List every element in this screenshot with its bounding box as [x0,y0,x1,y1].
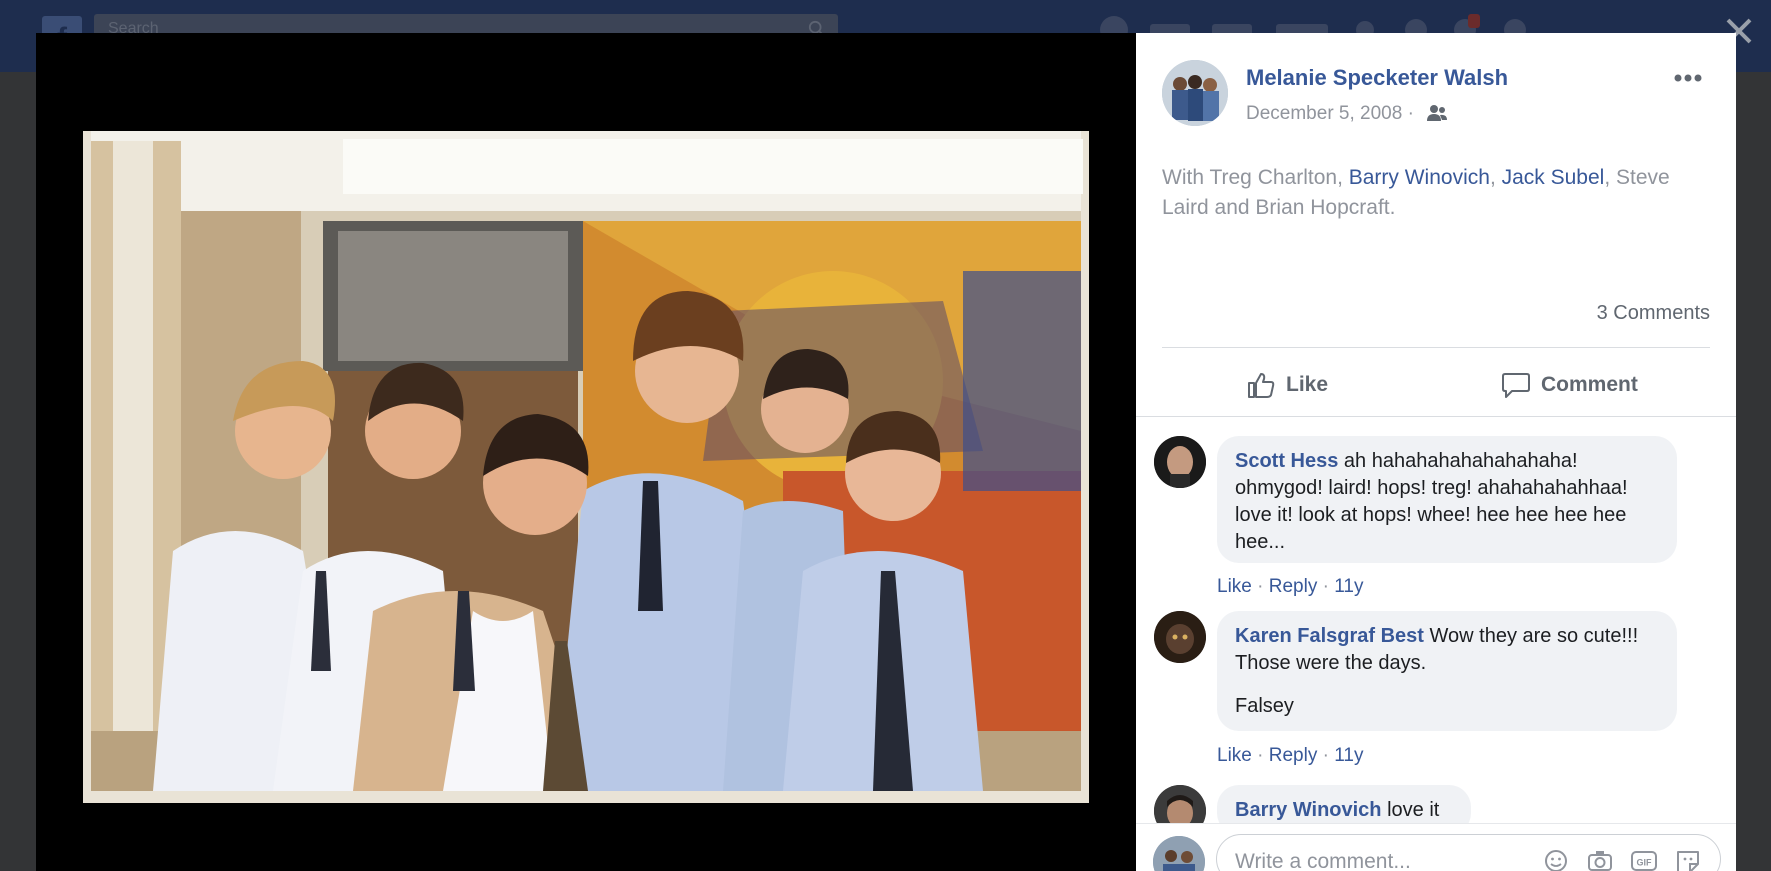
group-photo-image [83,131,1089,803]
avatar [1153,836,1205,871]
comment-actions: Like · Reply · 11y [1217,576,1363,598]
comment-like-link[interactable]: Like [1217,745,1252,766]
separator: · [1257,576,1264,597]
comment-bubble: Scott Hess ah hahahahahahahahaha! ohmygo… [1217,436,1677,563]
comment-actions: Like · Reply · 11y [1217,745,1363,767]
comment-reply-link[interactable]: Reply [1269,745,1318,766]
comment-composer: Write a comment... GIF [1136,823,1736,871]
comment-text-line: Falsey [1235,695,1294,717]
more-options-icon[interactable] [1670,63,1706,93]
separator: · [1322,745,1329,766]
post-date-text[interactable]: December 5, 2008 [1246,103,1402,124]
divider [1136,416,1736,417]
post-side-panel: Melanie Specketer Walsh December 5, 2008… [1136,33,1736,871]
composer-icons: GIF [1542,848,1702,871]
tagged-comma: , [1489,166,1502,189]
separator: · [1322,576,1329,597]
commenter-name[interactable]: Scott Hess [1235,450,1338,472]
tag-link-jack[interactable]: Jack Subel [1502,166,1605,189]
separator: · [1257,745,1264,766]
speech-bubble-icon [1502,373,1530,398]
gif-icon-label: GIF [1637,858,1653,868]
comment-button[interactable]: Comment [1501,363,1638,407]
tagged-prefix: With Treg Charlton, [1162,166,1349,189]
comment-reply-link[interactable]: Reply [1269,576,1318,597]
post-timestamp[interactable]: December 5, 2008 · [1246,103,1414,125]
thumbs-up-icon [1248,373,1275,398]
friends-icon[interactable] [1426,103,1448,123]
comment-age[interactable]: 11y [1334,576,1363,597]
commenter-name[interactable]: Karen Falsgraf Best [1235,625,1424,647]
gif-icon[interactable]: GIF [1630,848,1658,871]
post-author-name[interactable]: Melanie Specketer Walsh [1246,65,1508,91]
post-date-separator: · [1407,103,1414,124]
avatar[interactable] [1154,611,1206,663]
divider [1162,347,1710,348]
tag-link-barry[interactable]: Barry Winovich [1349,166,1490,189]
comment-bubble: Karen Falsgraf Best Wow they are so cute… [1217,611,1677,731]
comment-like-link[interactable]: Like [1217,576,1252,597]
comment-input[interactable]: Write a comment... GIF [1216,834,1721,871]
like-button[interactable]: Like [1246,363,1328,407]
comment-button-label: Comment [1541,373,1638,396]
avatar[interactable] [1154,436,1206,488]
sticker-icon[interactable] [1674,848,1702,871]
camera-icon[interactable] [1586,848,1614,871]
tagged-people: With Treg Charlton, Barry Winovich, Jack… [1162,163,1702,223]
post-photo[interactable] [83,131,1089,803]
commenter-name[interactable]: Barry Winovich [1235,799,1382,821]
emoji-icon[interactable] [1542,848,1570,871]
comment-age[interactable]: 11y [1334,745,1363,766]
comment-text: love it [1381,799,1440,821]
like-button-label: Like [1286,373,1329,396]
comment-input-placeholder: Write a comment... [1235,850,1411,871]
comment-count[interactable]: 3 Comments [1597,302,1710,325]
author-avatar[interactable] [1162,60,1228,126]
